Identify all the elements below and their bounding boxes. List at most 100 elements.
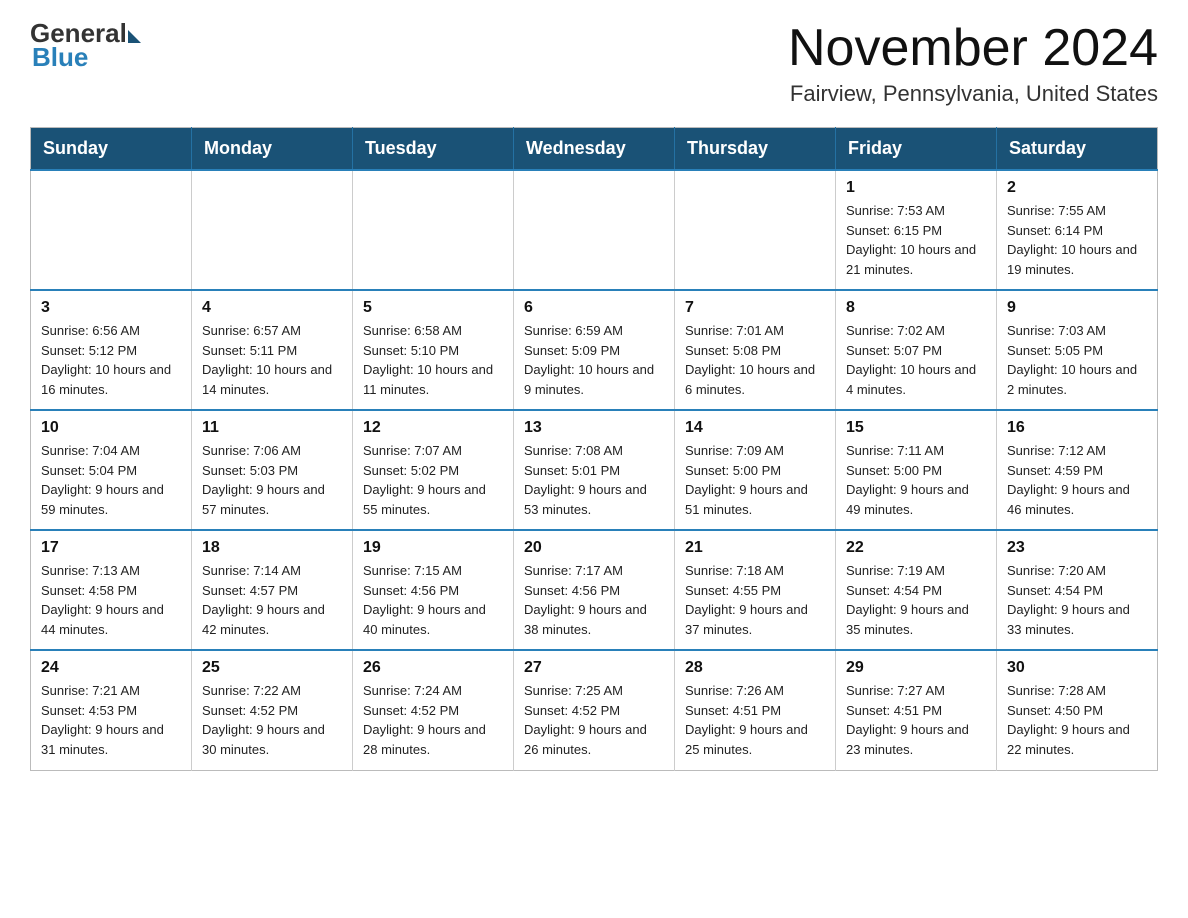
day-info: Sunrise: 7:20 AMSunset: 4:54 PMDaylight:… — [1007, 561, 1147, 639]
col-monday: Monday — [192, 128, 353, 171]
day-number: 21 — [685, 539, 825, 557]
calendar-cell: 23 Sunrise: 7:20 AMSunset: 4:54 PMDayligh… — [997, 530, 1158, 650]
day-number: 12 — [363, 419, 503, 437]
day-number: 2 — [1007, 179, 1147, 197]
calendar-cell: 11 Sunrise: 7:06 AMSunset: 5:03 PMDayligh… — [192, 410, 353, 530]
col-wednesday: Wednesday — [514, 128, 675, 171]
calendar-cell: 24 Sunrise: 7:21 AMSunset: 4:53 PMDayligh… — [31, 650, 192, 770]
day-number: 15 — [846, 419, 986, 437]
day-number: 5 — [363, 299, 503, 317]
day-info: Sunrise: 7:01 AMSunset: 5:08 PMDaylight:… — [685, 321, 825, 399]
logo-blue-text: Blue — [32, 44, 88, 70]
day-number: 16 — [1007, 419, 1147, 437]
day-number: 9 — [1007, 299, 1147, 317]
calendar-cell: 3Sunrise: 6:56 AMSunset: 5:12 PMDaylight… — [31, 290, 192, 410]
day-info: Sunrise: 7:22 AMSunset: 4:52 PMDaylight:… — [202, 681, 342, 759]
day-number: 11 — [202, 419, 342, 437]
calendar-cell: 22 Sunrise: 7:19 AMSunset: 4:54 PMDayligh… — [836, 530, 997, 650]
calendar-header-row: Sunday Monday Tuesday Wednesday Thursday… — [31, 128, 1158, 171]
day-info: Sunrise: 7:11 AMSunset: 5:00 PMDaylight:… — [846, 441, 986, 519]
calendar-cell: 29 Sunrise: 7:27 AMSunset: 4:51 PMDayligh… — [836, 650, 997, 770]
day-number: 3 — [41, 299, 181, 317]
month-title: November 2024 — [788, 20, 1158, 77]
day-info: Sunrise: 7:26 AMSunset: 4:51 PMDaylight:… — [685, 681, 825, 759]
day-info: Sunrise: 7:19 AMSunset: 4:54 PMDaylight:… — [846, 561, 986, 639]
day-number: 7 — [685, 299, 825, 317]
location-subtitle: Fairview, Pennsylvania, United States — [788, 81, 1158, 107]
logo: General Blue — [30, 20, 141, 70]
calendar-cell: 26 Sunrise: 7:24 AMSunset: 4:52 PMDayligh… — [353, 650, 514, 770]
day-info: Sunrise: 7:07 AMSunset: 5:02 PMDaylight:… — [363, 441, 503, 519]
calendar-cell — [353, 170, 514, 290]
day-number: 19 — [363, 539, 503, 557]
calendar-cell — [192, 170, 353, 290]
day-info: Sunrise: 7:17 AMSunset: 4:56 PMDaylight:… — [524, 561, 664, 639]
calendar-cell: 2 Sunrise: 7:55 AMSunset: 6:14 PMDaylight… — [997, 170, 1158, 290]
day-info: Sunrise: 7:13 AMSunset: 4:58 PMDaylight:… — [41, 561, 181, 639]
col-thursday: Thursday — [675, 128, 836, 171]
day-info: Sunrise: 7:24 AMSunset: 4:52 PMDaylight:… — [363, 681, 503, 759]
day-info: Sunrise: 7:27 AMSunset: 4:51 PMDaylight:… — [846, 681, 986, 759]
day-info: Sunrise: 7:04 AMSunset: 5:04 PMDaylight:… — [41, 441, 181, 519]
logo-triangle-icon — [128, 30, 141, 43]
page-header: General Blue November 2024 Fairview, Pen… — [30, 20, 1158, 107]
day-number: 6 — [524, 299, 664, 317]
day-info: Sunrise: 6:58 AMSunset: 5:10 PMDaylight:… — [363, 321, 503, 399]
day-number: 27 — [524, 659, 664, 677]
day-number: 24 — [41, 659, 181, 677]
col-sunday: Sunday — [31, 128, 192, 171]
calendar-cell: 14Sunrise: 7:09 AMSunset: 5:00 PMDayligh… — [675, 410, 836, 530]
day-info: Sunrise: 7:14 AMSunset: 4:57 PMDaylight:… — [202, 561, 342, 639]
day-info: Sunrise: 7:06 AMSunset: 5:03 PMDaylight:… — [202, 441, 342, 519]
calendar-cell: 25 Sunrise: 7:22 AMSunset: 4:52 PMDayligh… — [192, 650, 353, 770]
day-info: Sunrise: 7:53 AMSunset: 6:15 PMDaylight:… — [846, 201, 986, 279]
day-number: 30 — [1007, 659, 1147, 677]
day-number: 4 — [202, 299, 342, 317]
day-number: 20 — [524, 539, 664, 557]
calendar-cell: 20 Sunrise: 7:17 AMSunset: 4:56 PMDayligh… — [514, 530, 675, 650]
day-info: Sunrise: 7:03 AMSunset: 5:05 PMDaylight:… — [1007, 321, 1147, 399]
day-info: Sunrise: 7:25 AMSunset: 4:52 PMDaylight:… — [524, 681, 664, 759]
calendar-week-row: 1 Sunrise: 7:53 AMSunset: 6:15 PMDaylight… — [31, 170, 1158, 290]
day-number: 18 — [202, 539, 342, 557]
calendar-cell — [31, 170, 192, 290]
title-section: November 2024 Fairview, Pennsylvania, Un… — [788, 20, 1158, 107]
day-info: Sunrise: 7:15 AMSunset: 4:56 PMDaylight:… — [363, 561, 503, 639]
calendar-cell — [514, 170, 675, 290]
calendar-cell: 6Sunrise: 6:59 AMSunset: 5:09 PMDaylight… — [514, 290, 675, 410]
calendar-cell: 13Sunrise: 7:08 AMSunset: 5:01 PMDayligh… — [514, 410, 675, 530]
day-info: Sunrise: 6:57 AMSunset: 5:11 PMDaylight:… — [202, 321, 342, 399]
day-info: Sunrise: 7:21 AMSunset: 4:53 PMDaylight:… — [41, 681, 181, 759]
calendar-cell: 21Sunrise: 7:18 AMSunset: 4:55 PMDayligh… — [675, 530, 836, 650]
day-number: 29 — [846, 659, 986, 677]
day-number: 1 — [846, 179, 986, 197]
calendar-cell: 17 Sunrise: 7:13 AMSunset: 4:58 PMDayligh… — [31, 530, 192, 650]
col-saturday: Saturday — [997, 128, 1158, 171]
calendar-cell: 8Sunrise: 7:02 AMSunset: 5:07 PMDaylight… — [836, 290, 997, 410]
day-number: 25 — [202, 659, 342, 677]
calendar-cell: 27 Sunrise: 7:25 AMSunset: 4:52 PMDayligh… — [514, 650, 675, 770]
calendar-cell: 4 Sunrise: 6:57 AMSunset: 5:11 PMDaylight… — [192, 290, 353, 410]
calendar-week-row: 10Sunrise: 7:04 AMSunset: 5:04 PMDayligh… — [31, 410, 1158, 530]
calendar-cell: 9 Sunrise: 7:03 AMSunset: 5:05 PMDaylight… — [997, 290, 1158, 410]
calendar-cell — [675, 170, 836, 290]
calendar-week-row: 17 Sunrise: 7:13 AMSunset: 4:58 PMDayligh… — [31, 530, 1158, 650]
day-number: 13 — [524, 419, 664, 437]
calendar-cell: 18 Sunrise: 7:14 AMSunset: 4:57 PMDayligh… — [192, 530, 353, 650]
calendar-table: Sunday Monday Tuesday Wednesday Thursday… — [30, 127, 1158, 771]
calendar-cell: 1 Sunrise: 7:53 AMSunset: 6:15 PMDaylight… — [836, 170, 997, 290]
calendar-cell: 15 Sunrise: 7:11 AMSunset: 5:00 PMDayligh… — [836, 410, 997, 530]
day-number: 26 — [363, 659, 503, 677]
day-number: 17 — [41, 539, 181, 557]
day-number: 23 — [1007, 539, 1147, 557]
calendar-cell: 5 Sunrise: 6:58 AMSunset: 5:10 PMDaylight… — [353, 290, 514, 410]
day-number: 28 — [685, 659, 825, 677]
day-info: Sunrise: 7:28 AMSunset: 4:50 PMDaylight:… — [1007, 681, 1147, 759]
day-number: 22 — [846, 539, 986, 557]
col-tuesday: Tuesday — [353, 128, 514, 171]
day-info: Sunrise: 7:55 AMSunset: 6:14 PMDaylight:… — [1007, 201, 1147, 279]
calendar-cell: 7 Sunrise: 7:01 AMSunset: 5:08 PMDaylight… — [675, 290, 836, 410]
day-info: Sunrise: 7:02 AMSunset: 5:07 PMDaylight:… — [846, 321, 986, 399]
day-info: Sunrise: 7:12 AMSunset: 4:59 PMDaylight:… — [1007, 441, 1147, 519]
calendar-cell: 28 Sunrise: 7:26 AMSunset: 4:51 PMDayligh… — [675, 650, 836, 770]
